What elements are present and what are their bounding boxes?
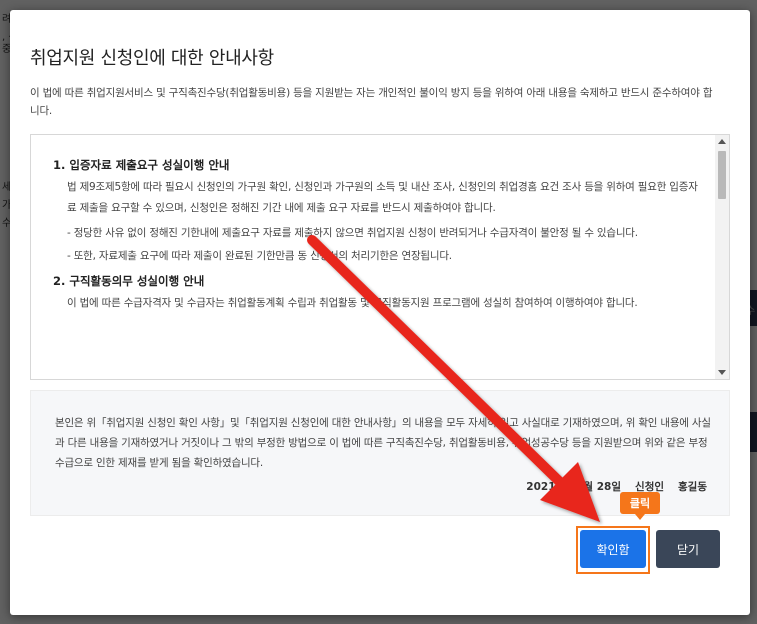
section-title: 1. 입증자료 제출요구 성실이행 안내 (53, 158, 230, 172)
click-callout-badge: 클릭 (620, 492, 660, 520)
applicant-name: 홍길동 (678, 481, 707, 493)
modal-title: 취업지원 신청인에 대한 안내사항 (30, 48, 274, 69)
notice-modal: 취업지원 신청인에 대한 안내사항 이 법에 따른 취업지원서비스 및 구직촉진… (10, 10, 750, 615)
confirmation-text: 본인은 위「취업지원 신청인 확인 사항」및「취업지원 신청인에 대한 안내사항… (55, 417, 711, 469)
signature-line: 2021년 12월 28일 신청인 홍길동 (526, 479, 707, 494)
notice-scroll-area[interactable]: 1. 입증자료 제출요구 성실이행 안내 법 제9조제5항에 따라 필요시 신청… (30, 134, 730, 380)
vertical-scrollbar[interactable] (715, 135, 729, 379)
section-body: 이 법에 따른 수급자격자 및 수급자는 취업활동계획 수립과 취업활동 및 구… (67, 297, 638, 309)
signature-date: 2021년 12월 28일 (526, 481, 622, 493)
scrollbar-thumb[interactable] (718, 151, 726, 199)
close-button[interactable]: 닫기 (656, 530, 720, 568)
section-body: 법 제9조제5항에 따라 필요시 신청인의 가구원 확인, 신청인과 가구원의 … (67, 181, 698, 214)
modal-description: 이 법에 따른 취업지원서비스 및 구직촉진수당(취업활동비용) 등을 지원받는… (30, 87, 713, 117)
section-title: 2. 구직활동의무 성실이행 안내 (53, 274, 205, 288)
section-bullet: - 정당한 사유 없이 정해진 기한내에 제출요구 자료를 제출하지 않으면 취… (67, 227, 638, 239)
scroll-down-icon[interactable] (718, 370, 726, 375)
section-bullet: - 또한, 자료제출 요구에 따라 제출이 완료된 기한만큼 동 신청서의 처리… (67, 250, 452, 262)
notice-content: 1. 입증자료 제출요구 성실이행 안내 법 제9조제5항에 따라 필요시 신청… (53, 157, 703, 314)
confirm-button[interactable]: 확인함 (580, 530, 646, 568)
scroll-up-icon[interactable] (718, 139, 726, 144)
